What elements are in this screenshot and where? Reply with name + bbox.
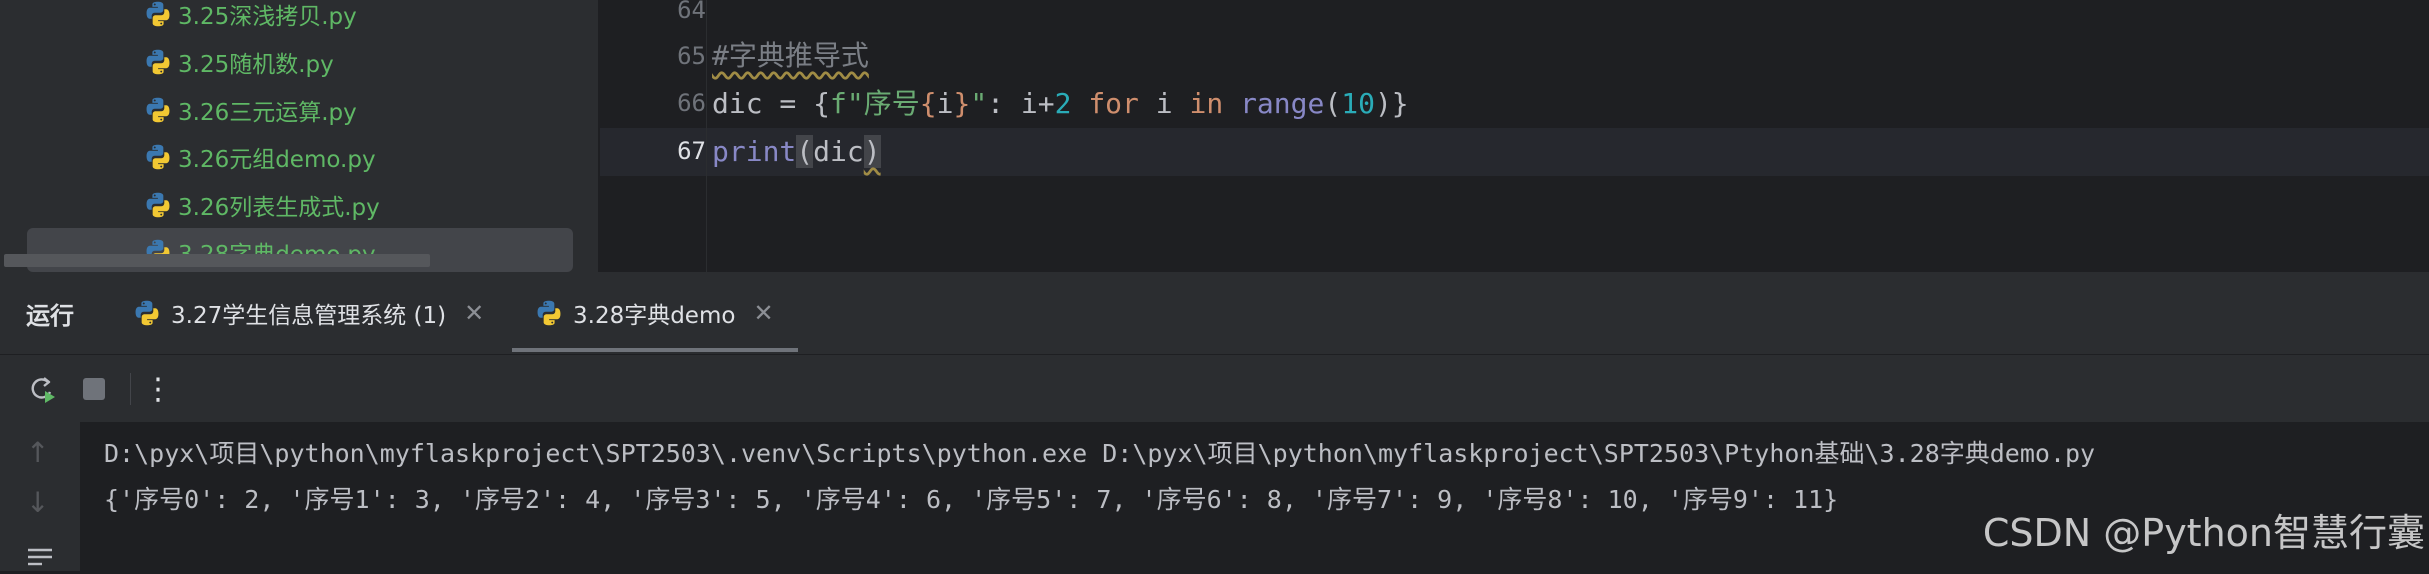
code-token: ( xyxy=(796,135,814,168)
rerun-button[interactable] xyxy=(24,371,60,407)
stop-icon xyxy=(83,378,105,400)
file-name: 3.25深浅拷贝.py xyxy=(178,4,357,30)
code-string: " xyxy=(970,87,988,120)
code-token: : i+ xyxy=(987,87,1055,120)
console-line-command: D:\pyx\项目\python\myflaskproject\SPT2503\… xyxy=(104,439,2096,468)
code-comment: #字典推导式 xyxy=(712,39,869,72)
run-tab[interactable]: 3.27学生信息管理系统 (1) ✕ xyxy=(133,272,484,354)
python-file-icon xyxy=(144,143,172,171)
project-tree-panel: 3.25深浅拷贝.py 3.25随机数.py 3.26三元运算.py 3.26元… xyxy=(0,0,598,272)
horizontal-scrollbar[interactable] xyxy=(4,254,430,267)
code-token: ) xyxy=(1374,87,1392,120)
code-editor[interactable]: 64 65 66 67 #字典推导式 dic = {f"序号{i}": i+2 … xyxy=(600,0,2429,272)
gutter-separator xyxy=(706,0,707,272)
run-tab-label: 3.28字典demo xyxy=(573,303,736,329)
python-file-icon xyxy=(144,48,172,76)
line-number: 65 xyxy=(677,42,706,70)
run-tab-label: 3.27学生信息管理系统 (1) xyxy=(171,303,447,329)
close-icon[interactable]: ✕ xyxy=(464,299,484,327)
run-toolbar: ⋮ xyxy=(0,354,2429,423)
file-name: 3.25随机数.py xyxy=(178,52,334,78)
code-line-67: print(dic) xyxy=(712,128,881,176)
code-token: } xyxy=(953,87,971,120)
code-token: i xyxy=(936,87,954,120)
code-token: dic xyxy=(813,135,864,168)
line-number-current: 67 xyxy=(677,137,706,165)
code-token: { xyxy=(813,87,831,120)
code-builtin: print xyxy=(712,135,797,168)
run-tab-active[interactable]: 3.28字典demo ✕ xyxy=(535,272,774,354)
console-line-output: {'序号0': 2, '序号1': 3, '序号2': 4, '序号3': 5,… xyxy=(104,485,1839,514)
file-item[interactable]: 3.25随机数.py xyxy=(144,38,334,86)
line-number-gutter: 64 65 66 67 xyxy=(600,0,706,272)
run-header: 运行 3.27学生信息管理系统 (1) ✕ 3.28字典demo ✕ xyxy=(0,272,2429,354)
watermark: CSDN @Python智慧行囊 xyxy=(1982,511,2425,555)
code-number: 10 xyxy=(1341,87,1375,120)
python-file-icon xyxy=(144,191,172,219)
code-token: { xyxy=(919,87,937,120)
code-keyword: for xyxy=(1088,87,1139,120)
code-number: 2 xyxy=(1054,87,1072,120)
line-number: 66 xyxy=(677,89,706,117)
toolbar-separator xyxy=(130,373,131,405)
file-name: 3.26元组demo.py xyxy=(178,147,376,173)
file-item[interactable]: 3.26三元运算.py xyxy=(144,86,357,134)
file-item[interactable]: 3.26列表生成式.py xyxy=(144,181,380,229)
file-name: 3.26三元运算.py xyxy=(178,100,357,126)
python-file-icon xyxy=(144,96,172,124)
python-file-icon xyxy=(133,299,161,327)
soft-wrap-icon[interactable] xyxy=(26,546,54,574)
console-sidebar: ↑ ↓ xyxy=(0,422,80,571)
active-tab-indicator xyxy=(512,348,798,352)
code-line-65: #字典推导式 xyxy=(712,32,869,80)
code-token: i xyxy=(1138,87,1190,120)
code-token: ( xyxy=(1324,87,1342,120)
code-builtin: range xyxy=(1240,87,1325,120)
file-name: 3.26列表生成式.py xyxy=(178,195,380,221)
code-token: ) xyxy=(863,135,881,168)
ide-workspace: 3.25深浅拷贝.py 3.25随机数.py 3.26三元运算.py 3.26元… xyxy=(0,0,2429,272)
code-token: } xyxy=(1391,87,1409,120)
line-number: 64 xyxy=(677,0,706,24)
code-keyword: in xyxy=(1189,87,1224,120)
code-line-66: dic = {f"序号{i}": i+2 for i in range(10)} xyxy=(712,80,1409,128)
code-string: f"序号 xyxy=(830,87,920,120)
close-icon[interactable]: ✕ xyxy=(753,299,773,327)
file-item[interactable]: 3.26元组demo.py xyxy=(144,133,376,181)
scroll-down-icon[interactable]: ↓ xyxy=(26,486,49,519)
run-panel-title: 运行 xyxy=(26,302,74,330)
code-token: = xyxy=(762,87,814,120)
scroll-up-icon[interactable]: ↑ xyxy=(26,436,49,469)
more-vertical-icon[interactable]: ⋮ xyxy=(140,371,176,407)
python-file-icon xyxy=(144,0,172,28)
file-item[interactable]: 3.25深浅拷贝.py xyxy=(144,0,357,38)
rerun-icon xyxy=(31,377,55,403)
code-token: dic xyxy=(712,87,763,120)
python-file-icon xyxy=(535,299,563,327)
stop-button[interactable] xyxy=(76,371,112,407)
